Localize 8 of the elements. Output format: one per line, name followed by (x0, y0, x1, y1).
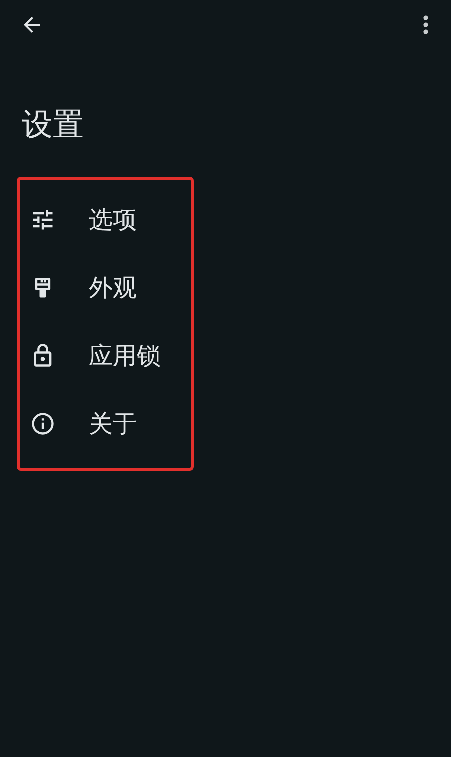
info-icon (30, 411, 56, 438)
menu-item[interactable]: 应用锁 (20, 322, 191, 390)
menu-item[interactable]: 关于 (20, 390, 191, 458)
menu-item[interactable]: 外观 (20, 254, 191, 322)
page-title: 设置 (22, 107, 85, 144)
more-icon (423, 15, 429, 35)
more-options-button[interactable] (423, 15, 429, 35)
menu-item[interactable]: 选项 (20, 186, 191, 254)
